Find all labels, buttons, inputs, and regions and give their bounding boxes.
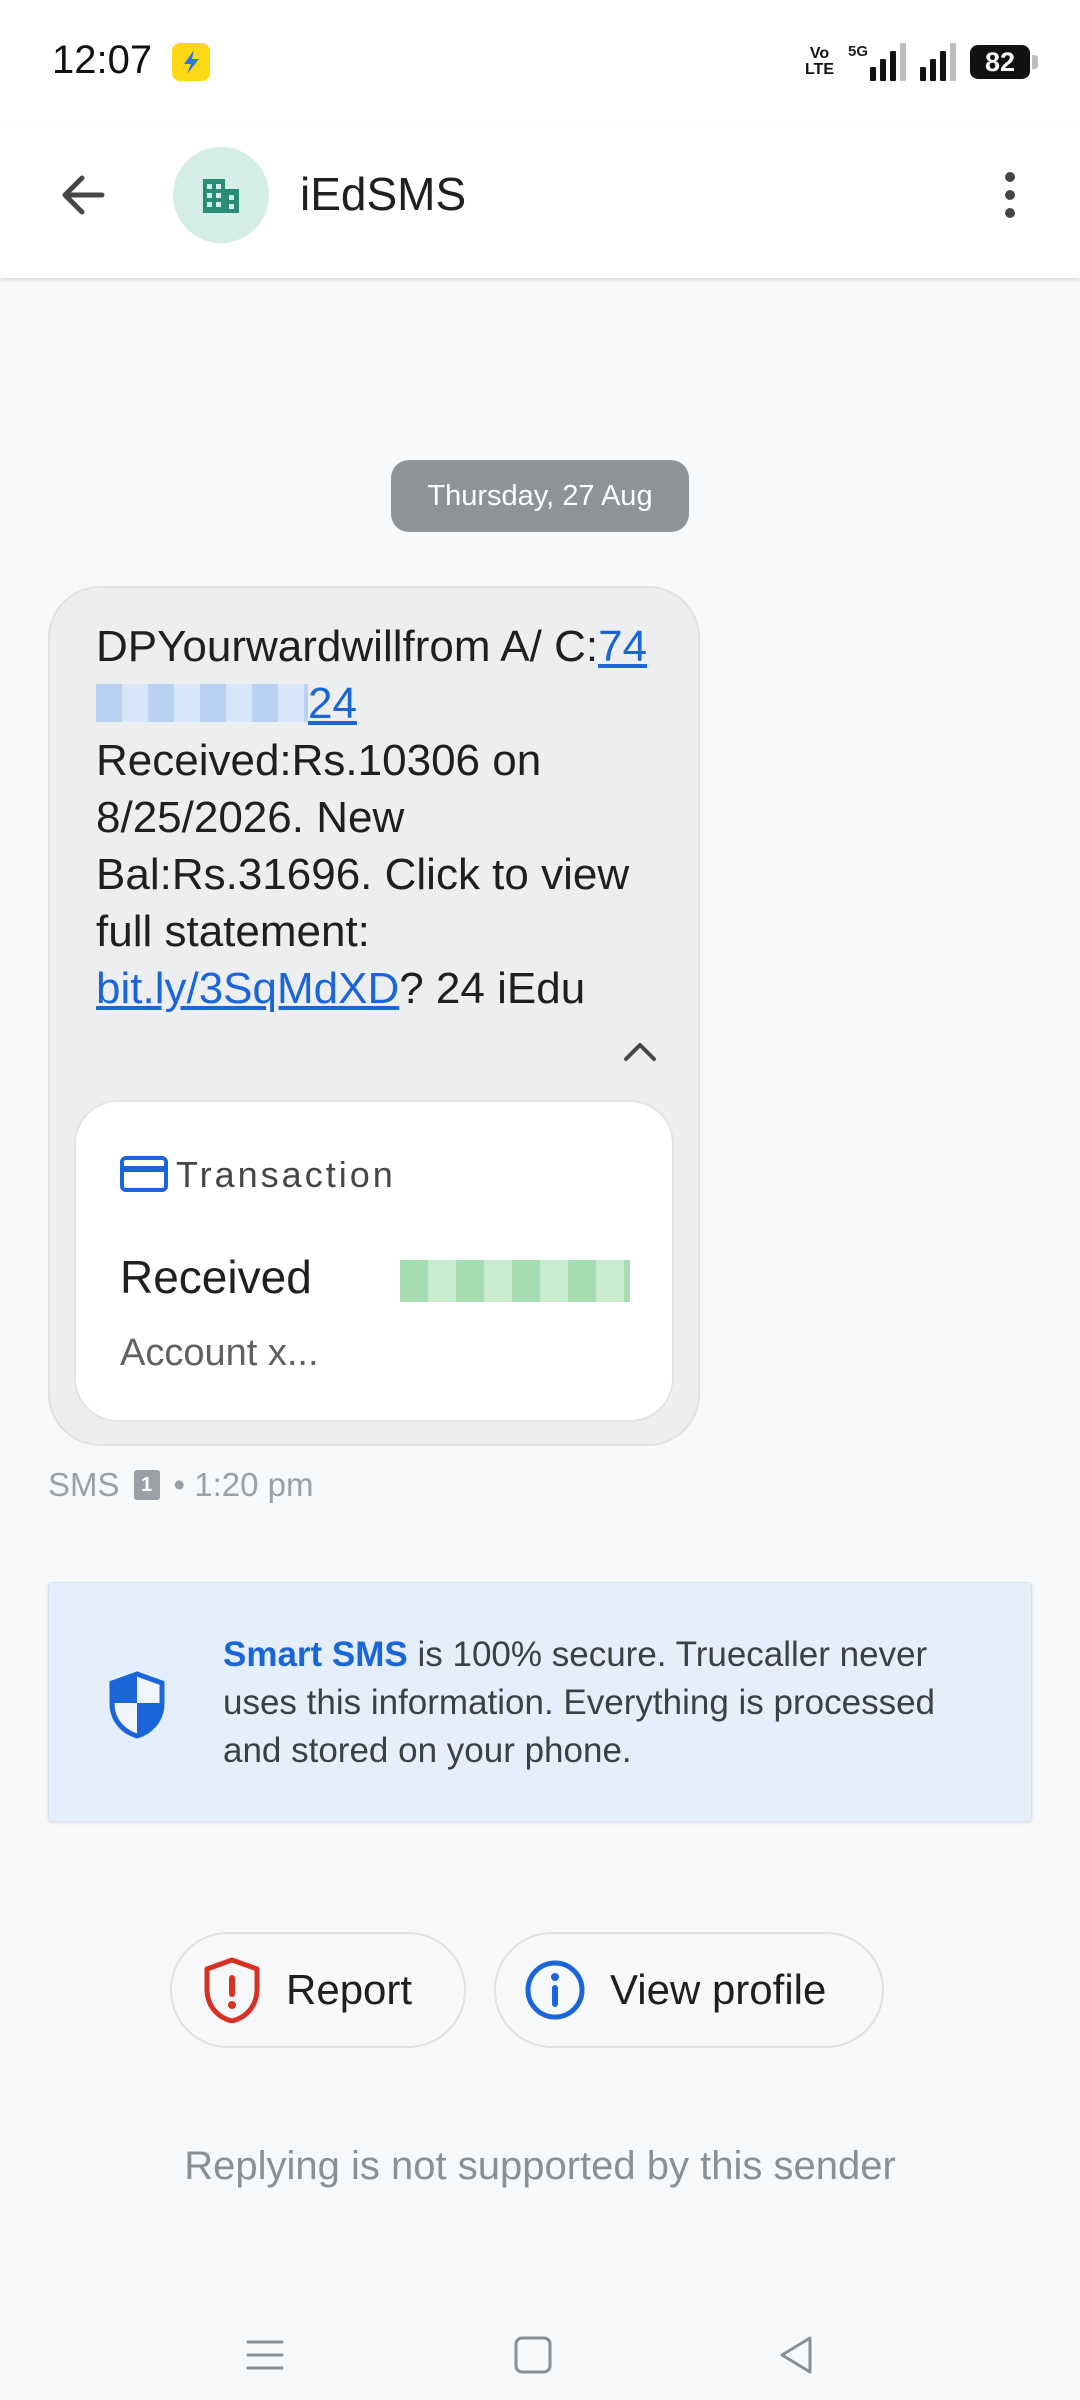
system-nav-bar: [0, 2300, 1080, 2400]
transaction-status: Received: [120, 1251, 312, 1303]
credit-card-icon: [120, 1156, 168, 1192]
banner-text: Smart SMS is 100% secure. Truecaller nev…: [223, 1635, 935, 1770]
message-type: SMS: [48, 1466, 120, 1503]
view-profile-button[interactable]: View profile: [494, 1932, 884, 2048]
status-indicators: Vo LTE 5G 82: [804, 40, 1038, 84]
report-shield-icon: [204, 1957, 260, 2023]
signal-icon-sim2: [920, 43, 956, 81]
view-profile-label: View profile: [610, 1966, 827, 2013]
more-options-icon[interactable]: [978, 163, 1042, 227]
message-text: DPYourwardwillfrom A/ C:7424 Received:Rs…: [96, 622, 648, 1013]
back-arrow-icon[interactable]: [52, 163, 116, 227]
shield-icon: [107, 1671, 167, 1739]
info-icon: [525, 1960, 585, 2020]
masked-digits: [96, 684, 308, 722]
statement-link[interactable]: bit.ly/3SqMdXD: [96, 964, 399, 1013]
transaction-card[interactable]: Transaction Received Account x...: [74, 1100, 674, 1422]
report-label: Report: [286, 1966, 413, 2013]
sim-icon: 1: [133, 1470, 160, 1500]
building-icon: [203, 179, 239, 213]
home-icon[interactable]: [508, 2330, 558, 2380]
message-bubble[interactable]: DPYourwardwillfrom A/ C:7424 Received:Rs…: [48, 586, 700, 1446]
back-nav-icon[interactable]: [772, 2330, 822, 2380]
message-meta: SMS 1 • 1:20 pm: [48, 1466, 313, 1504]
reply-not-supported-note: Replying is not supported by this sender: [184, 2144, 896, 2188]
battery-icon: 82: [970, 45, 1038, 79]
recent-apps-icon[interactable]: [240, 2330, 290, 2380]
5g-indicator: 5G: [847, 43, 868, 60]
date-chip: Thursday, 27 Aug: [391, 460, 689, 532]
transaction-account: Account x...: [120, 1332, 319, 1374]
transaction-title: Transaction: [176, 1154, 396, 1195]
avatar[interactable]: [173, 147, 269, 243]
volte-indicator: Vo LTE: [804, 45, 834, 78]
flipkart-notification-icon: [172, 43, 210, 81]
status-time: 12:07: [52, 38, 153, 82]
message-time: • 1:20 pm: [173, 1466, 314, 1503]
status-bar: 12:07 Vo LTE 5G 82: [0, 0, 1080, 125]
transaction-amount-masked: [400, 1260, 630, 1302]
report-button[interactable]: Report: [170, 1932, 466, 2048]
smart-sms-banner: Smart SMS is 100% secure. Truecaller nev…: [48, 1582, 1032, 1822]
sender-name[interactable]: iEdSMS: [300, 167, 466, 221]
conversation-header: iEdSMS: [0, 125, 1080, 278]
signal-icon-sim1: [870, 43, 906, 81]
chevron-up-icon[interactable]: [618, 1030, 662, 1074]
